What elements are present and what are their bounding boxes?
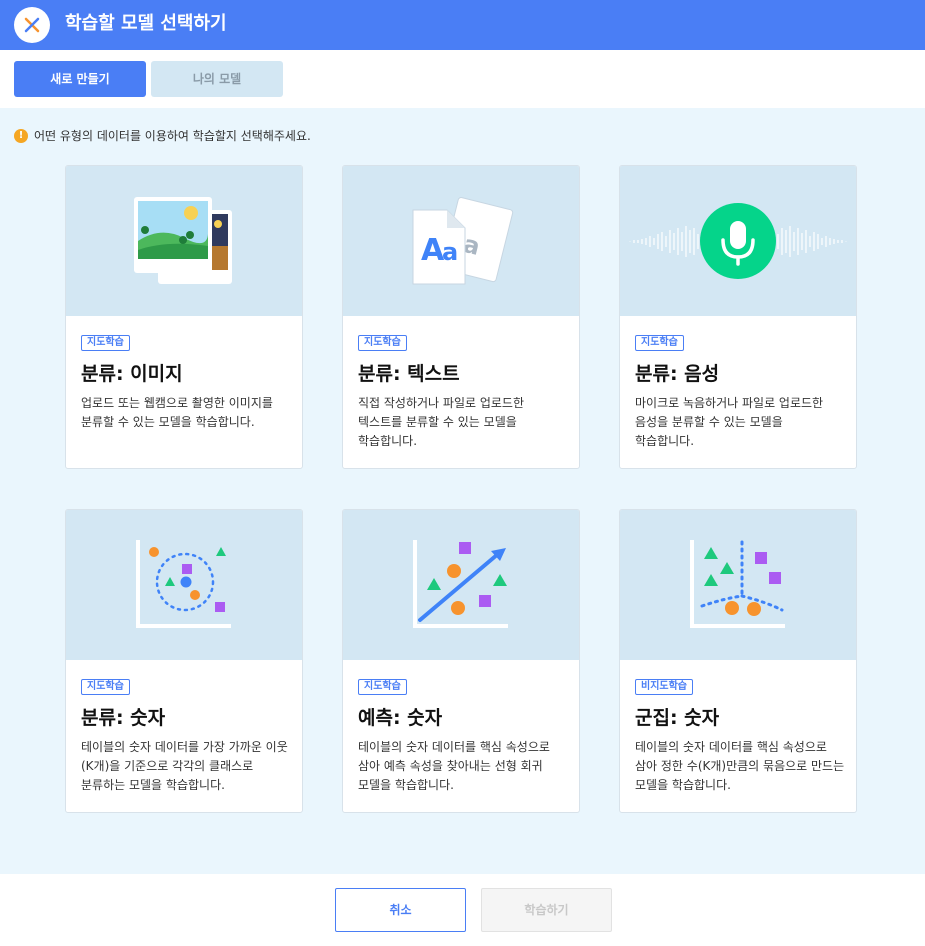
card-title: 분류: 음성 <box>635 363 720 385</box>
card-description: 마이크로 녹음하거나 파일로 업로드한 음성을 분류할 수 있는 모델을 학습합… <box>635 396 824 448</box>
regression-scatter-icon <box>343 510 579 660</box>
image-photos-icon <box>66 166 302 316</box>
learning-type-badge: 지도학습 <box>635 335 684 351</box>
card-title: 예측: 숫자 <box>358 707 443 729</box>
card-title: 분류: 텍스트 <box>358 363 460 385</box>
knn-scatter-icon <box>66 510 302 660</box>
learning-type-badge: 지도학습 <box>81 679 130 695</box>
model-card-number-classification[interactable]: 지도학습 분류: 숫자 테이블의 숫자 데이터를 가장 가까운 이웃(K개)을 … <box>65 509 303 813</box>
cancel-button[interactable]: 취소 <box>335 888 466 932</box>
card-description: 테이블의 숫자 데이터를 핵심 속성으로 삼아 정한 수(K개)만큼의 묶음으로… <box>635 740 845 792</box>
learning-type-badge: 비지도학습 <box>635 679 693 695</box>
tab-new-model[interactable]: 새로 만들기 <box>14 61 146 97</box>
close-x-logo-icon[interactable] <box>14 7 50 43</box>
card-title: 군집: 숫자 <box>635 707 720 729</box>
card-title: 분류: 이미지 <box>81 363 183 385</box>
cluster-scatter-icon <box>620 510 856 660</box>
page-title: 학습할 모델 선택하기 <box>65 13 227 34</box>
learning-type-badge: 지도학습 <box>81 335 130 351</box>
tab-my-models[interactable]: 나의 모델 <box>151 61 283 97</box>
card-description: 테이블의 숫자 데이터를 핵심 속성으로 삼아 예측 속성을 찾아내는 선형 회… <box>358 740 550 792</box>
text-document-icon: a A a <box>343 166 579 316</box>
model-card-image-classification[interactable]: 지도학습 분류: 이미지 업로드 또는 웹캠으로 촬영한 이미지를 분류할 수 … <box>65 165 303 469</box>
card-description: 테이블의 숫자 데이터를 가장 가까운 이웃(K개)을 기준으로 각각의 클래스… <box>81 740 288 792</box>
learning-type-badge: 지도학습 <box>358 335 407 351</box>
microphone-icon <box>620 166 856 316</box>
model-card-number-clustering[interactable]: 비지도학습 군집: 숫자 테이블의 숫자 데이터를 핵심 속성으로 삼아 정한 … <box>619 509 857 813</box>
card-description: 업로드 또는 웹캠으로 촬영한 이미지를 분류할 수 있는 모델을 학습합니다. <box>81 396 273 429</box>
notice-message: ! 어떤 유형의 데이터를 이용하여 학습할지 선택해주세요. <box>14 128 311 144</box>
model-card-text-classification[interactable]: a A a 지도학습 분류: 텍스트 직접 작성하거나 파일로 업로드한 텍스트… <box>342 165 580 469</box>
notice-text: 어떤 유형의 데이터를 이용하여 학습할지 선택해주세요. <box>34 129 311 143</box>
model-selection-panel: ! 어떤 유형의 데이터를 이용하여 학습할지 선택해주세요. 지도학습 분류:… <box>0 108 925 874</box>
model-card-voice-classification[interactable]: 지도학습 분류: 음성 마이크로 녹음하거나 파일로 업로드한 음성을 분류할 … <box>619 165 857 469</box>
warning-icon: ! <box>14 129 28 143</box>
title-bar: 학습할 모델 선택하기 <box>0 0 925 50</box>
start-learning-button[interactable]: 학습하기 <box>481 888 612 932</box>
card-title: 분류: 숫자 <box>81 707 166 729</box>
model-card-number-prediction[interactable]: 지도학습 예측: 숫자 테이블의 숫자 데이터를 핵심 속성으로 삼아 예측 속… <box>342 509 580 813</box>
svg-text:a: a <box>442 238 458 266</box>
card-description: 직접 작성하거나 파일로 업로드한 텍스트를 분류할 수 있는 모델을 학습합니… <box>358 396 525 448</box>
footer-actions: 취소 학습하기 <box>0 874 925 946</box>
learning-type-badge: 지도학습 <box>358 679 407 695</box>
tab-bar: 새로 만들기 나의 모델 <box>0 50 925 108</box>
